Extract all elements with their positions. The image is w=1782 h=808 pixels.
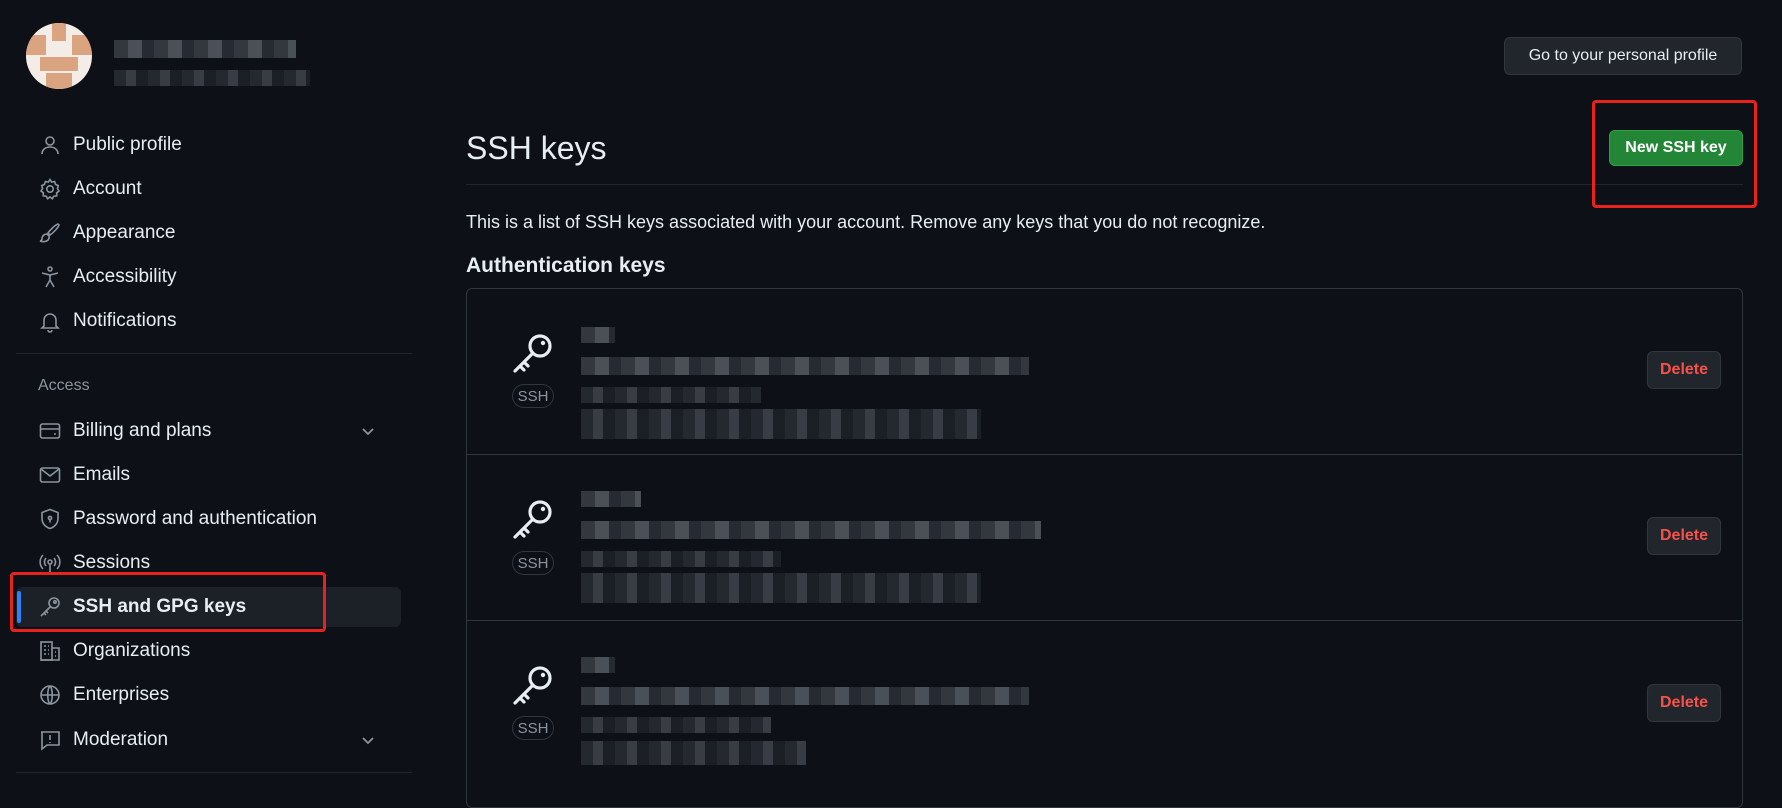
redacted-key-added-date [581, 717, 771, 733]
sidebar-item-public-profile[interactable]: Public profile [36, 125, 402, 165]
key-icon [513, 666, 552, 705]
redacted-key-last-used [581, 409, 981, 439]
organization-icon [40, 641, 60, 661]
redacted-key-title [581, 657, 615, 673]
sidebar-item-label: Sessions [73, 552, 151, 573]
redacted-key-added-date [581, 551, 781, 567]
sidebar-divider [16, 353, 412, 354]
mail-icon [39, 467, 61, 483]
highlight-ssh-gpg-keys [10, 572, 326, 632]
redacted-username [114, 40, 296, 58]
redacted-key-last-used [581, 573, 981, 603]
page-title: SSH keys [466, 130, 607, 166]
sidebar-item-label: Moderation [73, 729, 169, 750]
ssh-badge: SSH [512, 384, 554, 408]
person-icon [41, 136, 59, 155]
title-divider [466, 184, 1743, 185]
credit-card-icon [39, 423, 61, 439]
sidebar-item-label: Billing and plans [73, 420, 212, 441]
sidebar-divider [16, 772, 412, 773]
redacted-key-fingerprint [581, 521, 1041, 539]
delete-key-button[interactable]: Delete [1647, 684, 1721, 722]
redacted-key-title [581, 491, 641, 507]
ssh-key-row: SSH Delete [467, 289, 1742, 455]
report-icon [41, 731, 60, 751]
ssh-key-row: SSH Delete [467, 621, 1742, 787]
sidebar-item-label: Password and authentication [73, 508, 317, 529]
redacted-key-fingerprint [581, 357, 1029, 375]
sidebar-item-accessibility[interactable]: Accessibility [36, 257, 402, 297]
ssh-badge: SSH [512, 716, 554, 740]
redacted-key-added-date [581, 387, 761, 403]
sidebar-item-label: Organizations [73, 640, 191, 661]
sidebar-item-label: Public profile [73, 134, 182, 155]
redacted-key-title [581, 327, 615, 343]
go-to-profile-button[interactable]: Go to your personal profile [1504, 37, 1742, 75]
user-avatar[interactable] [26, 23, 92, 89]
paintbrush-icon [39, 223, 60, 243]
sidebar-item-emails[interactable]: Emails [36, 455, 402, 495]
sidebar-item-billing[interactable]: Billing and plans [36, 411, 402, 451]
sidebar-item-label: Enterprises [73, 684, 170, 705]
sidebar-item-label: Emails [73, 464, 131, 485]
sidebar-item-appearance[interactable]: Appearance [36, 213, 402, 253]
sidebar-item-moderation[interactable]: Moderation [36, 720, 402, 760]
ssh-badge: SSH [512, 551, 554, 575]
redacted-key-fingerprint [581, 687, 1029, 705]
sidebar-item-label: Notifications [73, 310, 177, 331]
page-description: This is a list of SSH keys associated wi… [466, 212, 1266, 232]
chevron-down-icon[interactable] [358, 421, 378, 441]
delete-key-button[interactable]: Delete [1647, 517, 1721, 555]
key-icon [513, 500, 552, 539]
sidebar-item-label: Accessibility [73, 266, 177, 287]
globe-icon [40, 685, 60, 705]
sidebar-item-notifications[interactable]: Notifications [36, 301, 402, 341]
ssh-key-row: SSH Delete [467, 455, 1742, 621]
sidebar-section-access: Access [38, 377, 90, 394]
redacted-key-last-used [581, 741, 806, 765]
section-title-authentication-keys: Authentication keys [466, 254, 666, 277]
bell-icon [40, 313, 60, 333]
redacted-user-handle [114, 70, 310, 86]
delete-key-button[interactable]: Delete [1647, 351, 1721, 389]
chevron-down-icon[interactable] [358, 730, 378, 750]
sidebar-item-password-authentication[interactable]: Password and authentication [36, 499, 402, 539]
sidebar-item-label: Account [73, 178, 142, 199]
sidebar-item-label: Appearance [73, 222, 176, 243]
sidebar-item-enterprises[interactable]: Enterprises [36, 675, 402, 715]
sidebar-item-account[interactable]: Account [36, 169, 402, 209]
sidebar-item-organizations[interactable]: Organizations [36, 631, 402, 671]
gear-icon [39, 177, 61, 201]
shield-lock-icon [41, 508, 59, 530]
key-icon [513, 334, 552, 373]
accessibility-icon [41, 266, 59, 288]
highlight-new-ssh-key [1592, 100, 1757, 208]
